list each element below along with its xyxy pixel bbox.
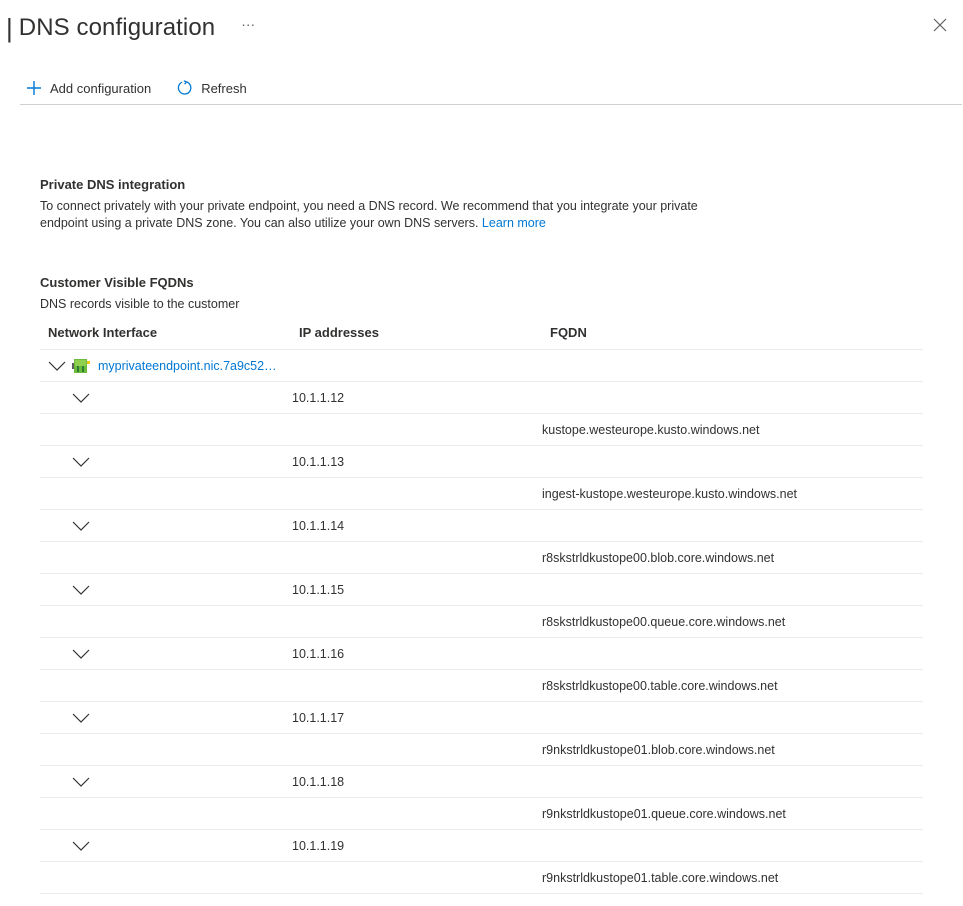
private-dns-section: Private DNS integration To connect priva… (40, 177, 740, 232)
ip-row: 10.1.1.17 (40, 702, 923, 734)
close-icon (933, 18, 947, 32)
ip-row: 10.1.1.18 (40, 766, 923, 798)
fqdn-value: r9nkstrldkustope01.table.core.windows.ne… (542, 870, 779, 885)
chevron-down-icon (72, 393, 90, 403)
chevron-down-icon (72, 649, 90, 659)
fqdn-row: r9nkstrldkustope01.blob.core.windows.net (40, 734, 923, 766)
chevron-down-icon (48, 361, 66, 371)
network-interface-icon (72, 350, 90, 381)
chevron-down-icon (72, 457, 90, 467)
fqdn-row: r8skstrldkustope00.queue.core.windows.ne… (40, 606, 923, 638)
ip-address: 10.1.1.14 (292, 518, 345, 533)
refresh-icon (178, 80, 192, 95)
command-bar: Add configuration Refresh (20, 72, 962, 105)
ip-row: 10.1.1.14 (40, 510, 923, 542)
ip-row: 10.1.1.13 (40, 446, 923, 478)
ip-expand-toggle[interactable] (72, 702, 90, 733)
page-title: DNS configuration (18, 14, 216, 41)
more-options-button[interactable]: ··· (241, 16, 255, 32)
fqdn-row: r9nkstrldkustope01.queue.core.windows.ne… (40, 798, 923, 830)
fqdn-row: r8skstrldkustope00.table.core.windows.ne… (40, 670, 923, 702)
add-configuration-button[interactable]: Add configuration (20, 73, 157, 103)
blade-header: | DNS configuration ··· (0, 8, 255, 48)
private-dns-title: Private DNS integration (40, 177, 186, 192)
ip-expand-toggle[interactable] (72, 830, 90, 861)
ip-address: 10.1.1.16 (292, 646, 345, 661)
ip-expand-toggle[interactable] (72, 574, 90, 605)
ip-expand-toggle[interactable] (72, 638, 90, 669)
ip-entries: 10.1.1.12 kustope.westeurope.kusto.windo… (40, 382, 923, 894)
fqdn-value: r8skstrldkustope00.blob.core.windows.net (542, 550, 775, 565)
private-dns-text: To connect privately with your private e… (40, 199, 698, 230)
nic-row: myprivateendpoint.nic.7a9c52… (40, 350, 923, 382)
ip-address: 10.1.1.13 (292, 454, 345, 469)
refresh-button[interactable]: Refresh (171, 73, 253, 103)
nic-link[interactable]: myprivateendpoint.nic.7a9c52… (98, 359, 277, 373)
chevron-down-icon (72, 777, 90, 787)
ip-expand-toggle[interactable] (72, 510, 90, 541)
chevron-down-icon (72, 841, 90, 851)
fqdn-subtitle: DNS records visible to the customer (40, 297, 240, 311)
refresh-label: Refresh (201, 80, 247, 96)
column-header-ip-addresses[interactable]: IP addresses (299, 325, 379, 340)
chevron-down-icon (72, 713, 90, 723)
table-header: Network Interface IP addresses FQDN (40, 316, 923, 350)
fqdn-row: r9nkstrldkustope01.table.core.windows.ne… (40, 862, 923, 894)
fqdn-title: Customer Visible FQDNs (40, 275, 194, 290)
close-button[interactable] (933, 18, 951, 36)
fqdn-value: ingest-kustope.westeurope.kusto.windows.… (542, 486, 798, 501)
column-header-fqdn[interactable]: FQDN (550, 325, 587, 340)
ip-address: 10.1.1.17 (292, 710, 345, 725)
ip-row: 10.1.1.15 (40, 574, 923, 606)
ip-address: 10.1.1.15 (292, 582, 345, 597)
fqdn-row: kustope.westeurope.kusto.windows.net (40, 414, 923, 446)
fqdn-section: Customer Visible FQDNs DNS records visib… (40, 275, 740, 313)
ip-expand-toggle[interactable] (72, 382, 90, 413)
ip-expand-toggle[interactable] (72, 766, 90, 797)
fqdn-value: r9nkstrldkustope01.queue.core.windows.ne… (542, 806, 786, 821)
chevron-down-icon (72, 585, 90, 595)
ip-address: 10.1.1.12 (292, 390, 345, 405)
ip-address: 10.1.1.19 (292, 838, 345, 853)
private-dns-description: To connect privately with your private e… (40, 198, 740, 232)
fqdn-row: ingest-kustope.westeurope.kusto.windows.… (40, 478, 923, 510)
title-separator: | (6, 12, 13, 43)
fqdn-value: r9nkstrldkustope01.blob.core.windows.net (542, 742, 775, 757)
ip-row: 10.1.1.19 (40, 830, 923, 862)
fqdn-row: r8skstrldkustope00.blob.core.windows.net (40, 542, 923, 574)
fqdn-value: kustope.westeurope.kusto.windows.net (542, 422, 760, 437)
fqdn-table: Network Interface IP addresses FQDN mypr… (40, 316, 923, 894)
ip-row: 10.1.1.12 (40, 382, 923, 414)
nic-expand-toggle[interactable] (48, 350, 66, 381)
chevron-down-icon (72, 521, 90, 531)
ip-address: 10.1.1.18 (292, 774, 345, 789)
ip-expand-toggle[interactable] (72, 446, 90, 477)
column-header-network-interface[interactable]: Network Interface (48, 325, 157, 340)
fqdn-value: r8skstrldkustope00.queue.core.windows.ne… (542, 614, 786, 629)
fqdn-value: r8skstrldkustope00.table.core.windows.ne… (542, 678, 778, 693)
add-configuration-label: Add configuration (50, 80, 152, 96)
ip-row: 10.1.1.16 (40, 638, 923, 670)
plus-icon (27, 81, 41, 95)
learn-more-link[interactable]: Learn more (482, 216, 546, 230)
